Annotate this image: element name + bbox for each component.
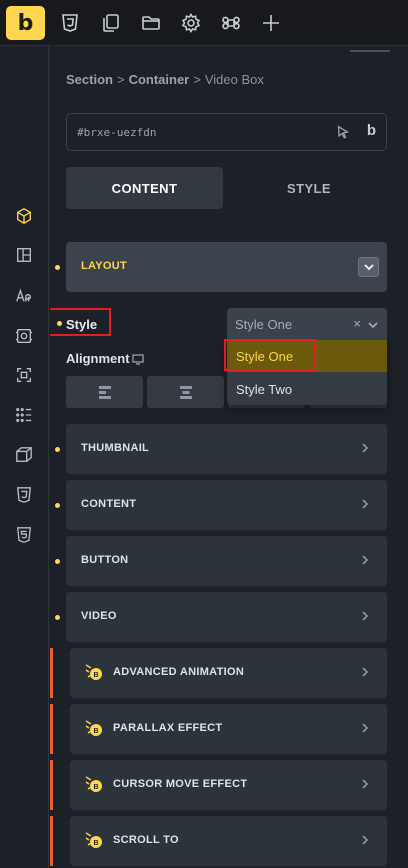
chevron-down-icon[interactable] xyxy=(358,257,379,277)
chevron-right-icon xyxy=(359,609,373,623)
monitor-icon[interactable] xyxy=(132,352,146,365)
box-3d-icon[interactable] xyxy=(14,445,34,465)
style-control-label: Style xyxy=(66,317,98,332)
bricks-b-icon[interactable]: b xyxy=(367,122,376,139)
svg-text:B: B xyxy=(93,840,98,847)
breadcrumb-container[interactable]: Container xyxy=(129,72,190,87)
breadcrumb-section[interactable]: Section xyxy=(66,72,113,87)
plugin-accent-bar xyxy=(50,760,53,810)
folder-icon[interactable] xyxy=(139,11,163,35)
modified-indicator-dot xyxy=(55,615,60,620)
breadcrumb: Section > Container > Video Box xyxy=(66,72,264,87)
align-left-button[interactable] xyxy=(66,376,143,408)
layout-icon[interactable] xyxy=(14,245,34,265)
top-toolbar: b xyxy=(0,0,408,46)
chevron-right-icon xyxy=(359,665,373,679)
section-title: SCROLL TO xyxy=(113,834,179,846)
chevron-down-icon[interactable] xyxy=(367,318,379,330)
pages-icon[interactable] xyxy=(99,11,123,35)
modified-indicator-dot xyxy=(57,321,62,326)
chevron-right-icon xyxy=(359,441,373,455)
plugin-badge-icon: B xyxy=(84,663,104,683)
chevron-right-icon xyxy=(359,553,373,567)
alignment-label: Alignment xyxy=(66,351,130,366)
section-title: BUTTON xyxy=(81,554,129,566)
breadcrumb-separator: > xyxy=(193,72,201,87)
plugin-accent-bar xyxy=(50,648,53,698)
panel-tabs: CONTENT STYLE xyxy=(66,167,387,209)
css3-icon[interactable] xyxy=(14,485,34,505)
grid-dots-icon[interactable] xyxy=(14,405,34,425)
section-advanced-animation[interactable]: B ADVANCED ANIMATION xyxy=(70,648,387,698)
style-select-value: Style One xyxy=(235,317,293,332)
css3-icon[interactable] xyxy=(58,11,82,35)
breadcrumb-current: Video Box xyxy=(204,72,264,87)
section-title: ADVANCED ANIMATION xyxy=(113,666,245,678)
image-icon[interactable] xyxy=(14,326,34,346)
breadcrumb-separator: > xyxy=(116,72,125,87)
svg-text:B: B xyxy=(93,728,98,735)
element-id-field[interactable]: #brxe-uezfdn b xyxy=(66,113,387,151)
plus-icon[interactable] xyxy=(259,11,283,35)
section-video[interactable]: VIDEO xyxy=(66,592,387,642)
plugin-accent-bar xyxy=(50,704,53,754)
option-label: Style Two xyxy=(236,382,293,397)
command-icon[interactable] xyxy=(219,11,243,35)
element-id-text: #brxe-uezfdn xyxy=(77,126,157,139)
svg-text:B: B xyxy=(93,672,98,679)
cursor-icon[interactable] xyxy=(336,125,352,141)
section-title: LAYOUT xyxy=(81,260,128,272)
plugin-accent-bar xyxy=(50,816,53,866)
tab-content[interactable]: CONTENT xyxy=(66,167,223,209)
section-content[interactable]: CONTENT xyxy=(66,480,387,530)
section-parallax-effect[interactable]: B PARALLAX EFFECT xyxy=(70,704,387,754)
chevron-right-icon xyxy=(359,833,373,847)
modified-indicator-dot xyxy=(55,503,60,508)
modified-indicator-dot xyxy=(55,559,60,564)
plugin-badge-icon: B xyxy=(84,775,104,795)
section-button[interactable]: BUTTON xyxy=(66,536,387,586)
cube-icon[interactable] xyxy=(14,206,34,226)
chevron-right-icon xyxy=(359,777,373,791)
tab-style[interactable]: STYLE xyxy=(231,167,387,209)
clear-icon[interactable]: × xyxy=(353,316,361,331)
modified-indicator-dot xyxy=(55,447,60,452)
frame-icon[interactable] xyxy=(14,365,34,385)
section-title: VIDEO xyxy=(81,610,117,622)
gear-icon[interactable] xyxy=(179,11,203,35)
section-scroll-to[interactable]: B SCROLL TO xyxy=(70,816,387,866)
left-icon-rail xyxy=(0,46,49,868)
section-title: CURSOR MOVE EFFECT xyxy=(113,778,248,790)
typography-icon[interactable] xyxy=(14,286,34,306)
chevron-right-icon xyxy=(359,497,373,511)
section-cursor-move-effect[interactable]: B CURSOR MOVE EFFECT xyxy=(70,760,387,810)
plugin-badge-icon: B xyxy=(84,831,104,851)
option-highlight xyxy=(224,339,316,371)
align-center-button[interactable] xyxy=(147,376,224,408)
html5-icon[interactable] xyxy=(14,525,34,545)
bricks-logo-button[interactable]: b xyxy=(6,6,45,40)
svg-text:B: B xyxy=(93,784,98,791)
style-select[interactable]: Style One × xyxy=(227,308,387,340)
section-thumbnail[interactable]: THUMBNAIL xyxy=(66,424,387,474)
section-title: CONTENT xyxy=(81,498,137,510)
modified-indicator-dot xyxy=(55,265,60,270)
dropdown-option-style-two[interactable]: Style Two xyxy=(227,373,387,405)
element-settings-panel: Section > Container > Video Box #brxe-uezfdn… xyxy=(50,46,408,868)
panel-top-edge xyxy=(350,46,390,52)
chevron-right-icon xyxy=(359,721,373,735)
plugin-badge-icon: B xyxy=(84,719,104,739)
section-layout[interactable]: LAYOUT xyxy=(66,242,387,292)
section-title: THUMBNAIL xyxy=(81,442,150,454)
section-title: PARALLAX EFFECT xyxy=(113,722,223,734)
